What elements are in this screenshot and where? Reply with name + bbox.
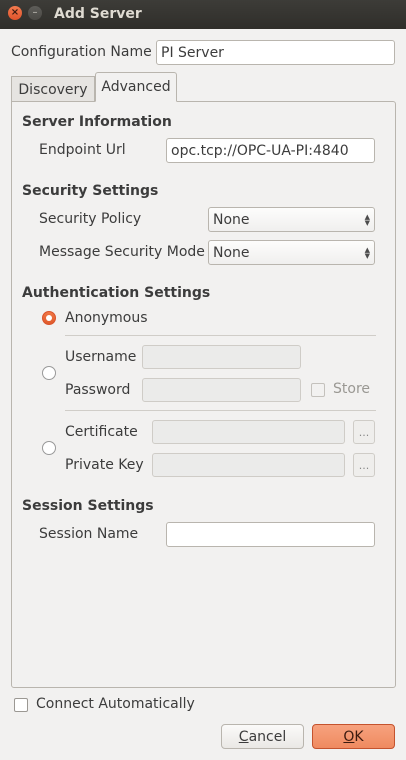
ok-label: K	[354, 728, 364, 745]
username-password-radio[interactable]	[42, 366, 56, 380]
ok-mnemonic: O	[343, 728, 355, 745]
session-name-label: Session Name	[39, 526, 139, 542]
private-key-input[interactable]	[152, 453, 345, 477]
security-settings-heading: Security Settings	[22, 183, 159, 199]
password-input[interactable]	[142, 378, 301, 402]
anonymous-label: Anonymous	[65, 310, 148, 326]
security-policy-value: None	[213, 211, 250, 228]
message-security-mode-select[interactable]: None ▲ ▼	[208, 240, 375, 265]
server-information-heading: Server Information	[22, 114, 172, 130]
window-title: Add Server	[54, 6, 142, 22]
private-key-label: Private Key	[65, 457, 144, 473]
password-label: Password	[65, 382, 131, 398]
certificate-label: Certificate	[65, 424, 138, 440]
endpoint-url-label: Endpoint Url	[39, 142, 126, 158]
ok-button[interactable]: OK	[312, 724, 395, 749]
separator	[65, 335, 376, 336]
certificate-browse-button[interactable]: ...	[353, 420, 375, 444]
security-policy-select[interactable]: None ▲ ▼	[208, 207, 375, 232]
session-settings-heading: Session Settings	[22, 498, 154, 514]
configuration-name-label: Configuration Name	[11, 44, 152, 60]
updown-arrows-icon: ▲ ▼	[364, 245, 370, 260]
connect-automatically-label: Connect Automatically	[36, 696, 195, 712]
updown-arrows-icon: ▲ ▼	[364, 212, 370, 227]
minimize-icon[interactable]: –	[28, 6, 42, 20]
anonymous-radio[interactable]	[42, 311, 56, 325]
certificate-radio[interactable]	[42, 441, 56, 455]
cancel-label: ancel	[248, 728, 287, 745]
cancel-mnemonic: C	[238, 728, 249, 745]
username-label: Username	[65, 349, 137, 365]
store-checkbox[interactable]	[311, 383, 325, 397]
separator	[65, 410, 376, 411]
message-security-mode-value: None	[213, 244, 250, 261]
authentication-settings-heading: Authentication Settings	[22, 285, 211, 301]
close-icon[interactable]: ×	[8, 6, 22, 20]
message-security-mode-label: Message Security Mode	[39, 244, 205, 260]
session-name-input[interactable]	[166, 522, 375, 547]
cancel-button[interactable]: Cancel	[221, 724, 304, 749]
tab-discovery[interactable]: Discovery	[11, 76, 95, 102]
certificate-input[interactable]	[152, 420, 345, 444]
private-key-browse-button[interactable]: ...	[353, 453, 375, 477]
connect-automatically-checkbox[interactable]	[14, 698, 28, 712]
security-policy-label: Security Policy	[39, 211, 142, 227]
username-input[interactable]	[142, 345, 301, 369]
store-label: Store	[333, 381, 371, 397]
configuration-name-input[interactable]: PI Server	[156, 40, 395, 65]
tab-advanced[interactable]: Advanced	[95, 72, 177, 102]
endpoint-url-input[interactable]: opc.tcp://OPC-UA-PI:4840	[166, 138, 375, 163]
